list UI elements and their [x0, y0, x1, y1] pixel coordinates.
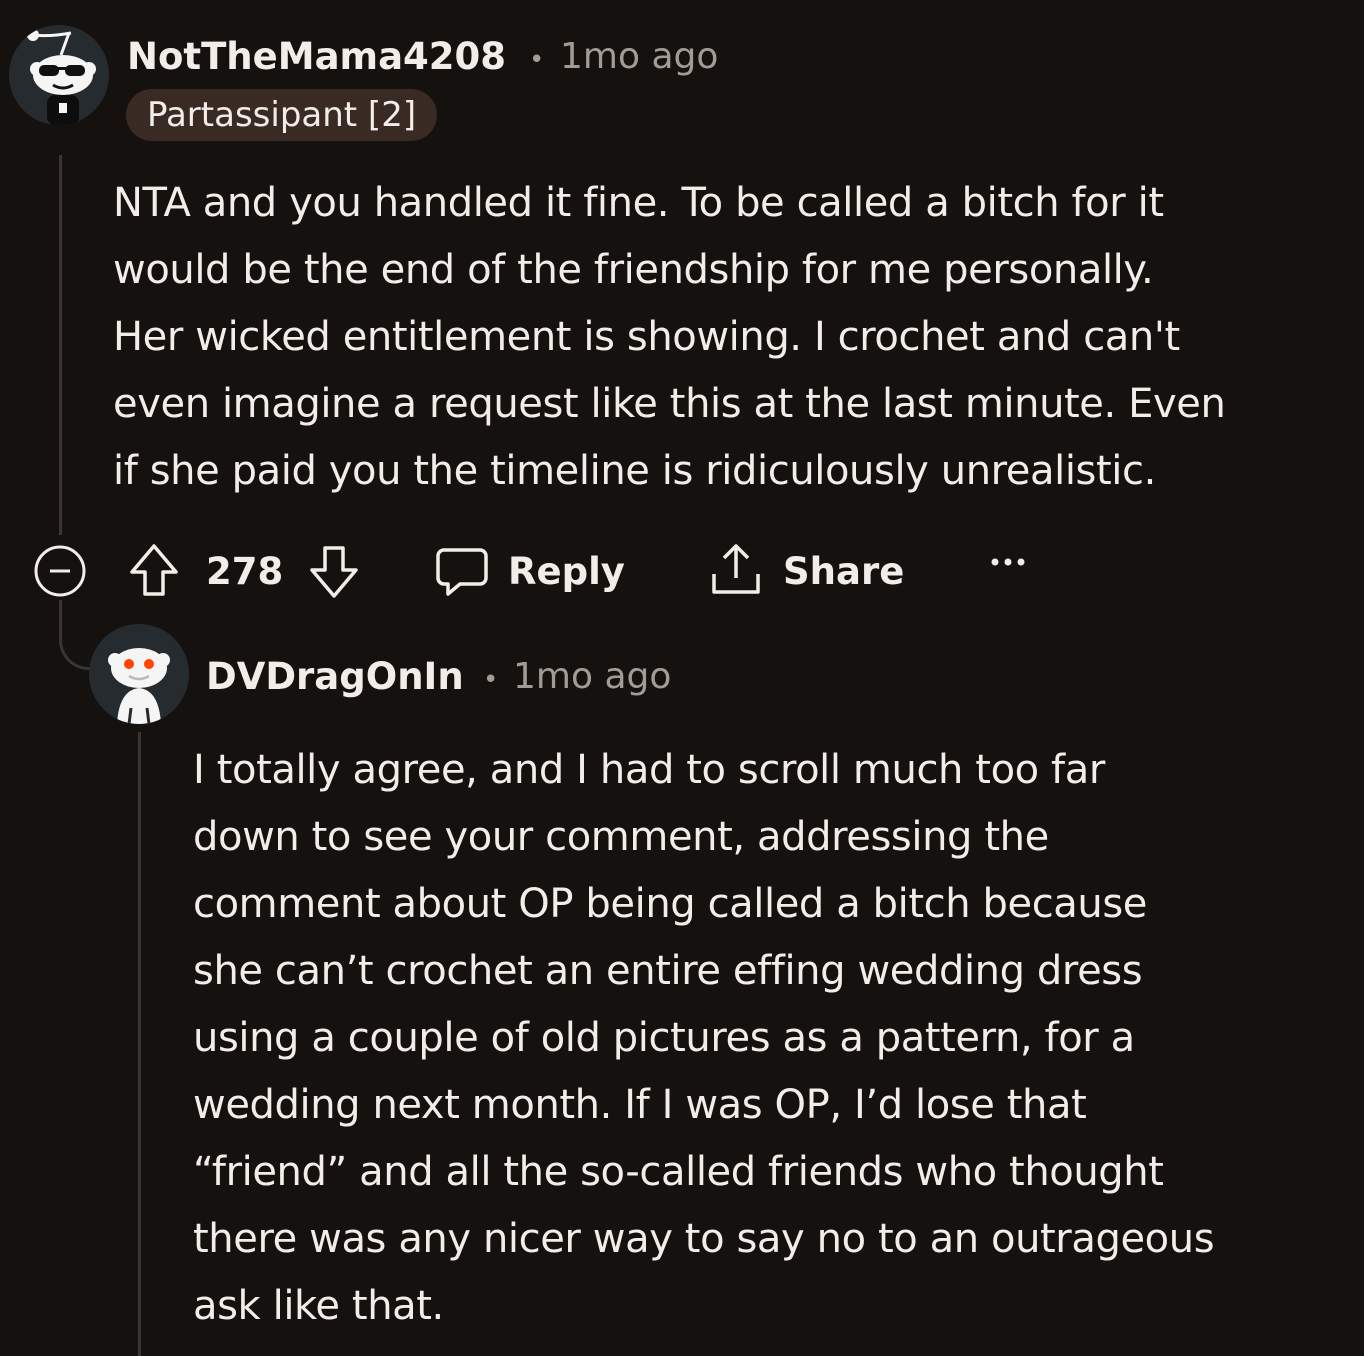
avatar[interactable] [9, 25, 109, 125]
comment-line: I totally agree, and I had to scroll muc… [193, 747, 1105, 793]
comment-line: even imagine a request like this at the … [113, 381, 1226, 427]
downvote-arrow-icon [310, 546, 358, 598]
reply-button[interactable] [434, 542, 490, 602]
more-dots-icon [991, 558, 1025, 566]
comment-line: there was any nicer way to say no to an … [193, 1216, 1215, 1262]
comment-thread: NotTheMama4208 • 1mo ago Partassipant [2… [0, 0, 1364, 1356]
timestamp[interactable]: 1mo ago [560, 39, 718, 75]
separator-dot: • [483, 665, 499, 695]
comment-body: I totally agree, and I had to scroll muc… [193, 737, 1343, 1340]
timestamp[interactable]: 1mo ago [513, 659, 671, 695]
comment-line: ask like that. [193, 1283, 444, 1329]
share-button[interactable] [708, 540, 764, 602]
reply-thread-line[interactable] [138, 732, 141, 1356]
comment-line: if she paid you the timeline is ridiculo… [113, 448, 1156, 494]
share-label[interactable]: Share [783, 550, 904, 593]
upvote-button[interactable] [128, 542, 180, 604]
comment-line: she can’t crochet an entire effing weddi… [193, 948, 1143, 994]
comment-author[interactable]: NotTheMama4208 [127, 38, 506, 75]
collapse-button[interactable] [33, 544, 87, 602]
comment-line: using a couple of old pictures as a patt… [193, 1015, 1135, 1061]
snoo-sunglasses-avatar-icon [9, 25, 109, 125]
comment-line: down to see your comment, addressing the [193, 814, 1049, 860]
comment-action-bar: 278 Reply Share [0, 536, 1364, 606]
comment-line: “friend” and all the so-called friends w… [193, 1149, 1164, 1195]
speech-bubble-icon [436, 548, 488, 596]
avatar[interactable] [89, 624, 189, 724]
collapse-minus-icon [34, 545, 86, 597]
thread-branch-line [59, 600, 95, 670]
comment-line: Her wicked entitlement is showing. I cro… [113, 314, 1180, 360]
share-icon [712, 544, 760, 594]
vote-score: 278 [206, 550, 284, 593]
thread-line[interactable] [59, 155, 62, 535]
downvote-button[interactable] [308, 542, 360, 604]
comment-line: wedding next month. If I was OP, I’d los… [193, 1082, 1087, 1128]
separator-dot: • [529, 45, 545, 75]
comment-line: comment about OP being called a bitch be… [193, 881, 1147, 927]
comment-body: NTA and you handled it fine. To be calle… [113, 170, 1343, 505]
more-options-button[interactable] [988, 554, 1028, 573]
upvote-arrow-icon [130, 544, 178, 596]
snoo-default-avatar-icon [89, 624, 189, 724]
comment-author[interactable]: DVDragOnIn [206, 658, 464, 695]
comment-line: NTA and you handled it fine. To be calle… [113, 180, 1164, 226]
reply-label[interactable]: Reply [508, 550, 625, 593]
comment-line: would be the end of the friendship for m… [113, 247, 1154, 293]
user-flair: Partassipant [2] [126, 89, 438, 141]
